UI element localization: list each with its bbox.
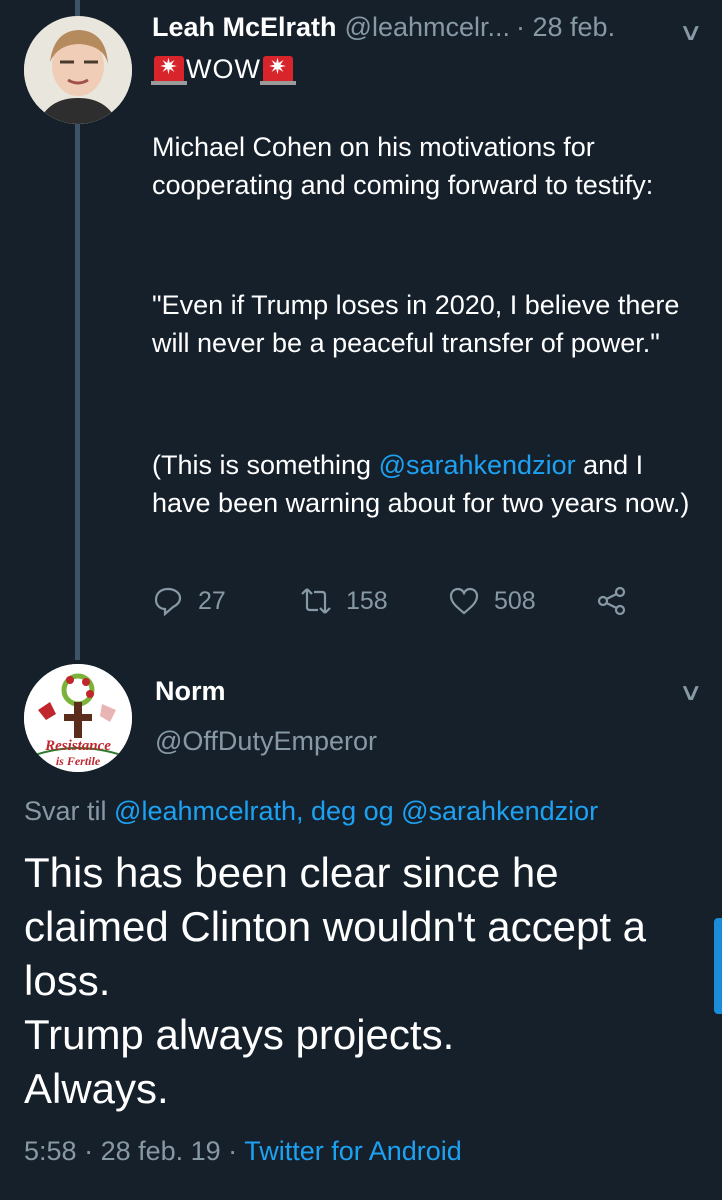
retweet-count: 158 bbox=[346, 586, 388, 615]
author-handle[interactable]: @OffDutyEmperor bbox=[155, 726, 377, 757]
siren-emoji-icon bbox=[151, 54, 187, 85]
retweet-button[interactable]: 158 bbox=[300, 578, 388, 624]
source-link[interactable]: Twitter for Android bbox=[244, 1136, 462, 1166]
share-button[interactable] bbox=[596, 578, 628, 624]
author-name[interactable]: Leah McElrath bbox=[152, 12, 337, 42]
mention-link[interactable]: @sarahkendzior bbox=[401, 796, 598, 826]
tweet-time: 5:58 bbox=[24, 1136, 77, 1166]
tweet-line: Trump always projects. bbox=[24, 1011, 455, 1058]
tweet1-paragraph-2: "Even if Trump loses in 2020, I believe … bbox=[152, 286, 702, 362]
chevron-down-icon[interactable]: ∨ bbox=[679, 678, 704, 707]
like-count: 508 bbox=[494, 586, 536, 615]
reply-button[interactable]: 27 bbox=[152, 578, 226, 624]
chevron-down-icon[interactable]: ∨ bbox=[679, 18, 704, 47]
tweet1-header: Leah McElrath @leahmcelr... · 28 feb. bbox=[152, 12, 712, 48]
reply-count: 27 bbox=[198, 586, 226, 615]
reply-context: Svar til @leahmcelrath, deg og @sarahken… bbox=[24, 796, 598, 827]
avatar-norm[interactable]: Resistance is Fertile bbox=[24, 664, 132, 772]
like-icon bbox=[449, 587, 479, 615]
like-button[interactable]: 508 bbox=[448, 578, 536, 624]
reply-mid-text: , deg og bbox=[296, 796, 402, 826]
share-icon bbox=[597, 586, 626, 616]
reply-prefix: Svar til bbox=[24, 796, 115, 826]
siren-emoji-icon bbox=[259, 54, 296, 85]
avatar-logo-text: Resistance bbox=[44, 738, 111, 754]
tweet-date: · 28 feb. bbox=[516, 12, 616, 42]
paragraph-text: (This is something bbox=[152, 450, 379, 480]
avatar-logo-text: is Fertile bbox=[56, 754, 101, 768]
paragraph-text: Michael Cohen on his motivations for coo… bbox=[152, 132, 654, 200]
tweet2-body: This has been clear since he claimed Cli… bbox=[24, 846, 704, 1116]
mention-link[interactable]: @sarahkendzior bbox=[379, 450, 576, 480]
tweet-date: · 28 feb. 19 · bbox=[84, 1136, 238, 1166]
tweet1-paragraph-1: Michael Cohen on his motivations for coo… bbox=[152, 128, 702, 204]
tweet1-paragraph-3: (This is something @sarahkendzior and I … bbox=[152, 446, 702, 522]
author-name[interactable]: Norm bbox=[155, 676, 226, 707]
reply-icon bbox=[154, 587, 182, 617]
tweet-line: Always. bbox=[24, 1065, 169, 1112]
tweet1-action-bar: 27 158 508 bbox=[152, 578, 652, 624]
wow-text: WOW bbox=[186, 53, 261, 84]
scrollbar-thumb[interactable] bbox=[714, 918, 722, 1014]
author-handle[interactable]: @leahmcelr... bbox=[345, 12, 510, 42]
tweet-line: This has been clear since he claimed Cli… bbox=[24, 849, 647, 1004]
mention-link[interactable]: @leahmcelrath bbox=[114, 796, 296, 826]
avatar-leah[interactable] bbox=[24, 16, 132, 124]
tweet1-wow-line: WOW bbox=[151, 50, 296, 88]
tweet-metadata: 5:58 · 28 feb. 19 · Twitter for Android bbox=[24, 1136, 462, 1167]
paragraph-text: "Even if Trump loses in 2020, I believe … bbox=[152, 290, 680, 358]
retweet-icon bbox=[301, 588, 331, 614]
